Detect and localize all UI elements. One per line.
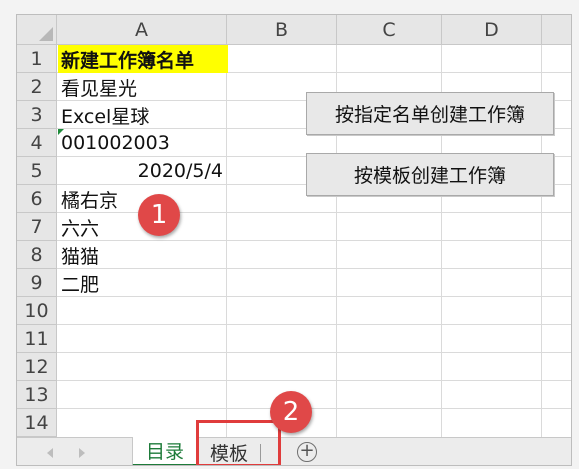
spreadsheet-window: A B C D 1 2 3 4 5 6 7 8 9 10 11 12 13 14… [16,14,572,466]
row-header-3[interactable]: 3 [17,101,57,129]
gridline [57,408,571,409]
add-sheet-icon[interactable]: + [297,442,317,462]
select-all-triangle-icon [39,27,53,41]
gridline [57,380,571,381]
column-header-c[interactable]: C [337,15,442,45]
row-header-8[interactable]: 8 [17,241,57,269]
cell-a1[interactable]: 新建工作簿名单 [58,45,228,73]
gridline [57,296,571,297]
create-by-template-button[interactable]: 按模板创建工作簿 [306,153,554,196]
sheet-tab-directory[interactable]: 目录 [132,437,198,465]
row-header-1[interactable]: 1 [17,45,57,73]
row-header-9[interactable]: 9 [17,269,57,297]
gridline [57,324,571,325]
row-header-14[interactable]: 14 [17,409,57,437]
row-header-12[interactable]: 12 [17,353,57,381]
annotation-badge-2: 2 [270,391,312,433]
annotation-badge-1: 1 [138,194,180,236]
gridline [226,45,227,437]
column-header-e[interactable] [542,15,571,45]
cell-a5[interactable]: 2020/5/4 [58,157,227,185]
cell-a6[interactable]: 橘右京 [58,185,118,213]
gridline [57,240,571,241]
cell-a3[interactable]: Excel星球 [58,101,149,129]
error-indicator-icon [58,129,64,135]
cell-a2[interactable]: 看见星光 [58,73,137,101]
column-header-a[interactable]: A [57,15,227,45]
row-header-5[interactable]: 5 [17,157,57,185]
select-all-corner[interactable] [17,15,57,45]
row-header-11[interactable]: 11 [17,325,57,353]
cell-a9[interactable]: 二肥 [58,269,99,297]
column-header-b[interactable]: B [227,15,337,45]
cell-a4[interactable]: 001002003 [58,129,170,157]
column-header-d[interactable]: D [442,15,542,45]
row-header-13[interactable]: 13 [17,381,57,409]
row-header-2[interactable]: 2 [17,73,57,101]
template-tab-highlight [196,420,281,465]
create-by-list-button[interactable]: 按指定名单创建工作簿 [306,92,554,135]
cell-a8[interactable]: 猫猫 [58,241,99,269]
gridline [57,212,571,213]
row-header-4[interactable]: 4 [17,129,57,157]
gridline [57,352,571,353]
sheet-tab-bar: 目录 模板 + [17,437,571,465]
row-header-10[interactable]: 10 [17,297,57,325]
row-header-6[interactable]: 6 [17,185,57,213]
cell-a7[interactable]: 六六 [58,213,99,241]
row-header-7[interactable]: 7 [17,213,57,241]
scroll-tabs-left-icon[interactable] [47,448,53,458]
gridline [57,268,571,269]
scroll-tabs-right-icon[interactable] [79,448,85,458]
